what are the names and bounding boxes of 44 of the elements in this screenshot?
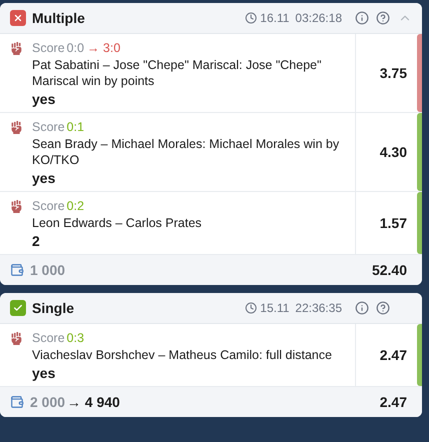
- bet-type: Multiple: [32, 8, 85, 28]
- score-label: Score: [32, 119, 65, 135]
- event-description: Pat Sabatini – Jose "Chepe" Mariscal: Jose "Chepe" Mariscal win by points: [32, 57, 322, 89]
- fist-icon: [10, 332, 23, 345]
- fist-icon: [10, 200, 23, 213]
- bet-type: Single: [32, 298, 74, 318]
- score: 0:0: [66, 40, 84, 56]
- event-description: Leon Edwards – Carlos Prates: [32, 215, 202, 231]
- odds: 2.47: [380, 346, 407, 364]
- score-label: Score: [32, 40, 65, 56]
- bet-date: 15.11: [260, 300, 290, 317]
- payout: → 4 940: [67, 392, 120, 412]
- new-score: → 3:0: [87, 40, 120, 56]
- total-odds: 52.40: [372, 260, 407, 280]
- bet-time: 03:26:18: [295, 10, 342, 27]
- clock-icon: [245, 302, 258, 314]
- score-label: Score: [32, 330, 65, 346]
- help-icon[interactable]: [376, 11, 390, 25]
- bet-time: 22:36:35: [295, 300, 342, 317]
- pick: yes: [32, 91, 56, 107]
- odds: 4.30: [380, 142, 407, 162]
- pick: yes: [32, 365, 56, 381]
- score-label: Score: [32, 198, 65, 214]
- wallet-icon: [10, 395, 24, 409]
- bet-date: 16.11: [260, 10, 290, 27]
- odds: 3.75: [380, 64, 407, 82]
- odds: 1.57: [380, 214, 407, 232]
- pick: yes: [32, 170, 56, 186]
- event-description: Viacheslav Borshchev – Matheus Camilo: full distance: [32, 347, 332, 363]
- info-icon[interactable]: [355, 11, 369, 25]
- score: 0:1: [66, 119, 84, 135]
- wallet-icon: [10, 263, 24, 277]
- fist-icon: [10, 121, 23, 134]
- score: 0:3: [66, 330, 84, 346]
- pick: 2: [32, 233, 41, 249]
- info-icon[interactable]: [355, 301, 369, 315]
- event-description: Sean Brady – Michael Morales: Michael Morales win by KO/TKO: [32, 136, 340, 168]
- clock-icon: [245, 12, 258, 24]
- stake: 2 000: [30, 392, 66, 412]
- fist-icon: [10, 42, 23, 55]
- score: 0:2: [66, 198, 84, 214]
- help-icon[interactable]: [376, 301, 390, 315]
- total-odds: 2.47: [380, 392, 407, 412]
- stake: 1 000: [30, 260, 66, 280]
